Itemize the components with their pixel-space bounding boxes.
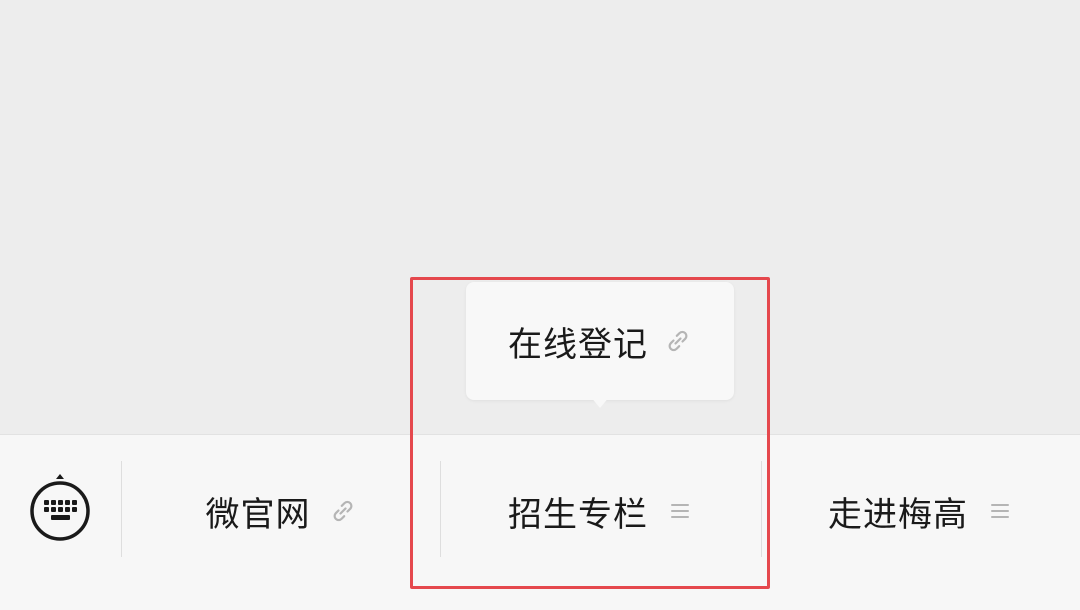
menu-item-label: 招生专栏 [508, 494, 648, 535]
link-icon [329, 497, 357, 525]
menu-lines-icon [666, 497, 694, 525]
submenu-popup: 在线登记 [466, 282, 734, 400]
menu-item-admissions[interactable]: 招生专栏 [441, 469, 761, 553]
menu-lines-icon [986, 497, 1014, 525]
keyboard-icon [28, 471, 92, 551]
menu-item-micro-website[interactable]: 微官网 [122, 469, 440, 553]
menu-item-label: 微官网 [205, 494, 311, 535]
submenu-item-label: 在线登记 [508, 324, 648, 365]
link-icon [664, 327, 692, 355]
chat-screen: 在线登记 微官网 招生专栏 走进梅高 [0, 0, 1080, 610]
submenu-item-online-registration[interactable]: 在线登记 [466, 282, 734, 400]
bottom-menu-bar: 微官网 招生专栏 走进梅高 [0, 434, 1080, 610]
menu-item-about-school[interactable]: 走进梅高 [762, 469, 1080, 553]
menu-item-label: 走进梅高 [828, 494, 968, 535]
keyboard-toggle-button[interactable] [28, 473, 92, 549]
submenu-caret [590, 396, 610, 408]
